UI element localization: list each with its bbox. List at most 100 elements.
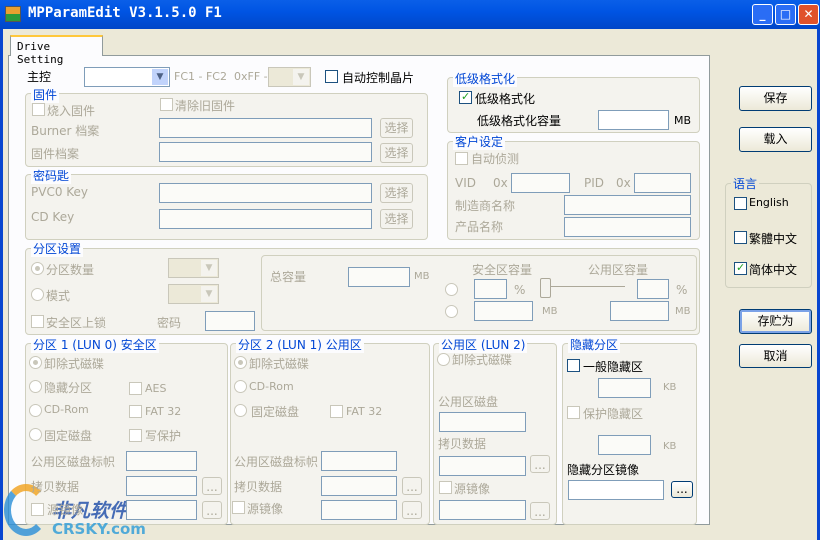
partition-count-radio[interactable] <box>31 262 44 275</box>
p2-cdrom-radio[interactable] <box>234 380 247 393</box>
p3-removable-label: 卸除式磁碟 <box>452 353 513 367</box>
p2-mirror-label: 源镜像 <box>247 502 284 516</box>
auto-detect-checkbox[interactable] <box>455 152 468 165</box>
pvc0-select-button[interactable]: 选择 <box>380 183 413 203</box>
hidden-image-input[interactable] <box>568 480 664 500</box>
general-hidden-input[interactable] <box>598 378 651 398</box>
p3-mirror-browse-button[interactable]: ... <box>530 502 550 520</box>
secure-lock-checkbox[interactable] <box>31 315 44 328</box>
close-button[interactable]: ✕ <box>798 4 819 25</box>
cd-key-input[interactable] <box>159 209 372 229</box>
hex-prefix: 0xFF - <box>234 70 268 83</box>
tab-drive-setting[interactable]: Drive Setting <box>10 35 103 66</box>
auto-control-checkbox[interactable] <box>325 70 338 83</box>
firmware-file-input[interactable] <box>159 142 372 162</box>
save-as-button[interactable]: 存贮为 <box>739 309 812 334</box>
low-format-capacity-input[interactable] <box>598 110 669 130</box>
secure-mb-input[interactable] <box>474 301 533 321</box>
p2-copy-input[interactable] <box>321 476 397 496</box>
simplified-checkbox[interactable] <box>734 261 747 275</box>
low-format-checkbox[interactable] <box>459 90 472 104</box>
minimize-button[interactable]: _ <box>752 4 773 25</box>
p3-removable-radio[interactable] <box>437 353 450 366</box>
pid-input[interactable] <box>634 173 691 193</box>
hex-select[interactable]: ▼ <box>268 67 311 87</box>
controller-select[interactable]: ▼ <box>84 67 170 87</box>
app-icon <box>5 6 21 22</box>
public-capacity-label: 公用区容量 <box>588 263 649 277</box>
total-capacity-input[interactable] <box>348 267 410 287</box>
partition-count-select[interactable]: ▼ <box>168 258 219 278</box>
burn-firmware-checkbox[interactable] <box>32 103 45 116</box>
chevron-down-icon: ▼ <box>201 286 217 302</box>
firmware-select-button[interactable]: 选择 <box>380 143 413 163</box>
maximize-button[interactable]: □ <box>775 4 796 25</box>
burner-file-input[interactable] <box>159 118 372 138</box>
capacity-slider-thumb[interactable] <box>540 278 551 298</box>
p1-mirror-input[interactable] <box>126 500 197 520</box>
p1-mirror-browse-button[interactable]: ... <box>202 501 222 519</box>
p2-removable-radio[interactable] <box>234 356 247 369</box>
low-format-title: 低级格式化 <box>453 70 518 87</box>
p2-copy-browse-button[interactable]: ... <box>402 477 422 495</box>
p3-copy-input[interactable] <box>439 456 526 476</box>
mode-radio[interactable] <box>31 288 44 301</box>
general-hidden-unit: KB <box>663 382 677 393</box>
p1-cdrom-radio[interactable] <box>29 404 42 417</box>
p3-disk-input[interactable] <box>439 412 526 432</box>
product-input[interactable] <box>564 217 691 237</box>
vendor-input[interactable] <box>564 195 691 215</box>
cancel-button[interactable]: 取消 <box>739 344 812 368</box>
p1-mirror-checkbox[interactable] <box>31 503 44 516</box>
p3-mirror-checkbox[interactable] <box>439 481 452 494</box>
p1-aes-label: AES <box>145 382 167 395</box>
mb-radio[interactable] <box>445 305 458 318</box>
low-format-label: 低级格式化 <box>475 92 536 106</box>
p2-mirror-browse-button[interactable]: ... <box>402 501 422 519</box>
p2-mirror-input[interactable] <box>321 500 397 520</box>
save-button[interactable]: 保存 <box>739 86 812 111</box>
secure-percent-input[interactable] <box>474 279 507 299</box>
p1-aes-checkbox[interactable] <box>129 382 142 395</box>
public-percent-input[interactable] <box>637 279 669 299</box>
public-mb-input[interactable] <box>610 301 669 321</box>
p3-copy-browse-button[interactable]: ... <box>530 455 550 473</box>
chevron-down-icon: ▼ <box>152 69 168 85</box>
vid-input[interactable] <box>511 173 570 193</box>
load-button[interactable]: 载入 <box>739 127 812 152</box>
p1-copy-browse-button[interactable]: ... <box>202 477 222 495</box>
p2-fat32-checkbox[interactable] <box>330 405 343 418</box>
cd-key-select-button[interactable]: 选择 <box>380 209 413 229</box>
p3-mirror-input[interactable] <box>439 500 526 520</box>
p1-fixed-radio[interactable] <box>29 428 42 441</box>
password-input[interactable] <box>205 311 255 331</box>
controller-range: FC1 - FC2 <box>174 70 227 83</box>
p2-disk-label-input[interactable] <box>321 451 397 471</box>
clear-firmware-checkbox[interactable] <box>160 98 173 111</box>
english-label: English <box>749 196 789 209</box>
language-title: 语言 <box>731 175 760 192</box>
p1-write-protect-label: 写保护 <box>145 429 182 443</box>
public-percent-unit: % <box>676 283 688 297</box>
hidden-image-browse-button[interactable]: ... <box>671 481 693 498</box>
p1-fat32-checkbox[interactable] <box>129 405 142 418</box>
chevron-down-icon: ▼ <box>293 69 309 85</box>
p1-hidden-radio[interactable] <box>29 380 42 393</box>
p1-disk-label-input[interactable] <box>126 451 197 471</box>
protect-hidden-input[interactable] <box>598 435 651 455</box>
general-hidden-checkbox[interactable] <box>567 359 580 372</box>
p2-mirror-checkbox[interactable] <box>232 501 245 514</box>
protect-hidden-checkbox[interactable] <box>567 406 580 419</box>
p2-fixed-radio[interactable] <box>234 404 247 417</box>
traditional-checkbox[interactable] <box>734 231 747 244</box>
p1-removable-radio[interactable] <box>29 356 42 369</box>
p1-write-protect-checkbox[interactable] <box>129 429 142 442</box>
p1-copy-input[interactable] <box>126 476 197 496</box>
burner-select-button[interactable]: 选择 <box>380 118 413 138</box>
pvc0-key-input[interactable] <box>159 183 372 203</box>
percent-radio[interactable] <box>445 283 458 296</box>
english-checkbox[interactable] <box>734 197 747 210</box>
p1-fat32-label: FAT 32 <box>145 405 182 418</box>
p2-disk-label-label: 公用区磁盘标帜 <box>234 455 319 469</box>
mode-select[interactable]: ▼ <box>168 284 219 304</box>
